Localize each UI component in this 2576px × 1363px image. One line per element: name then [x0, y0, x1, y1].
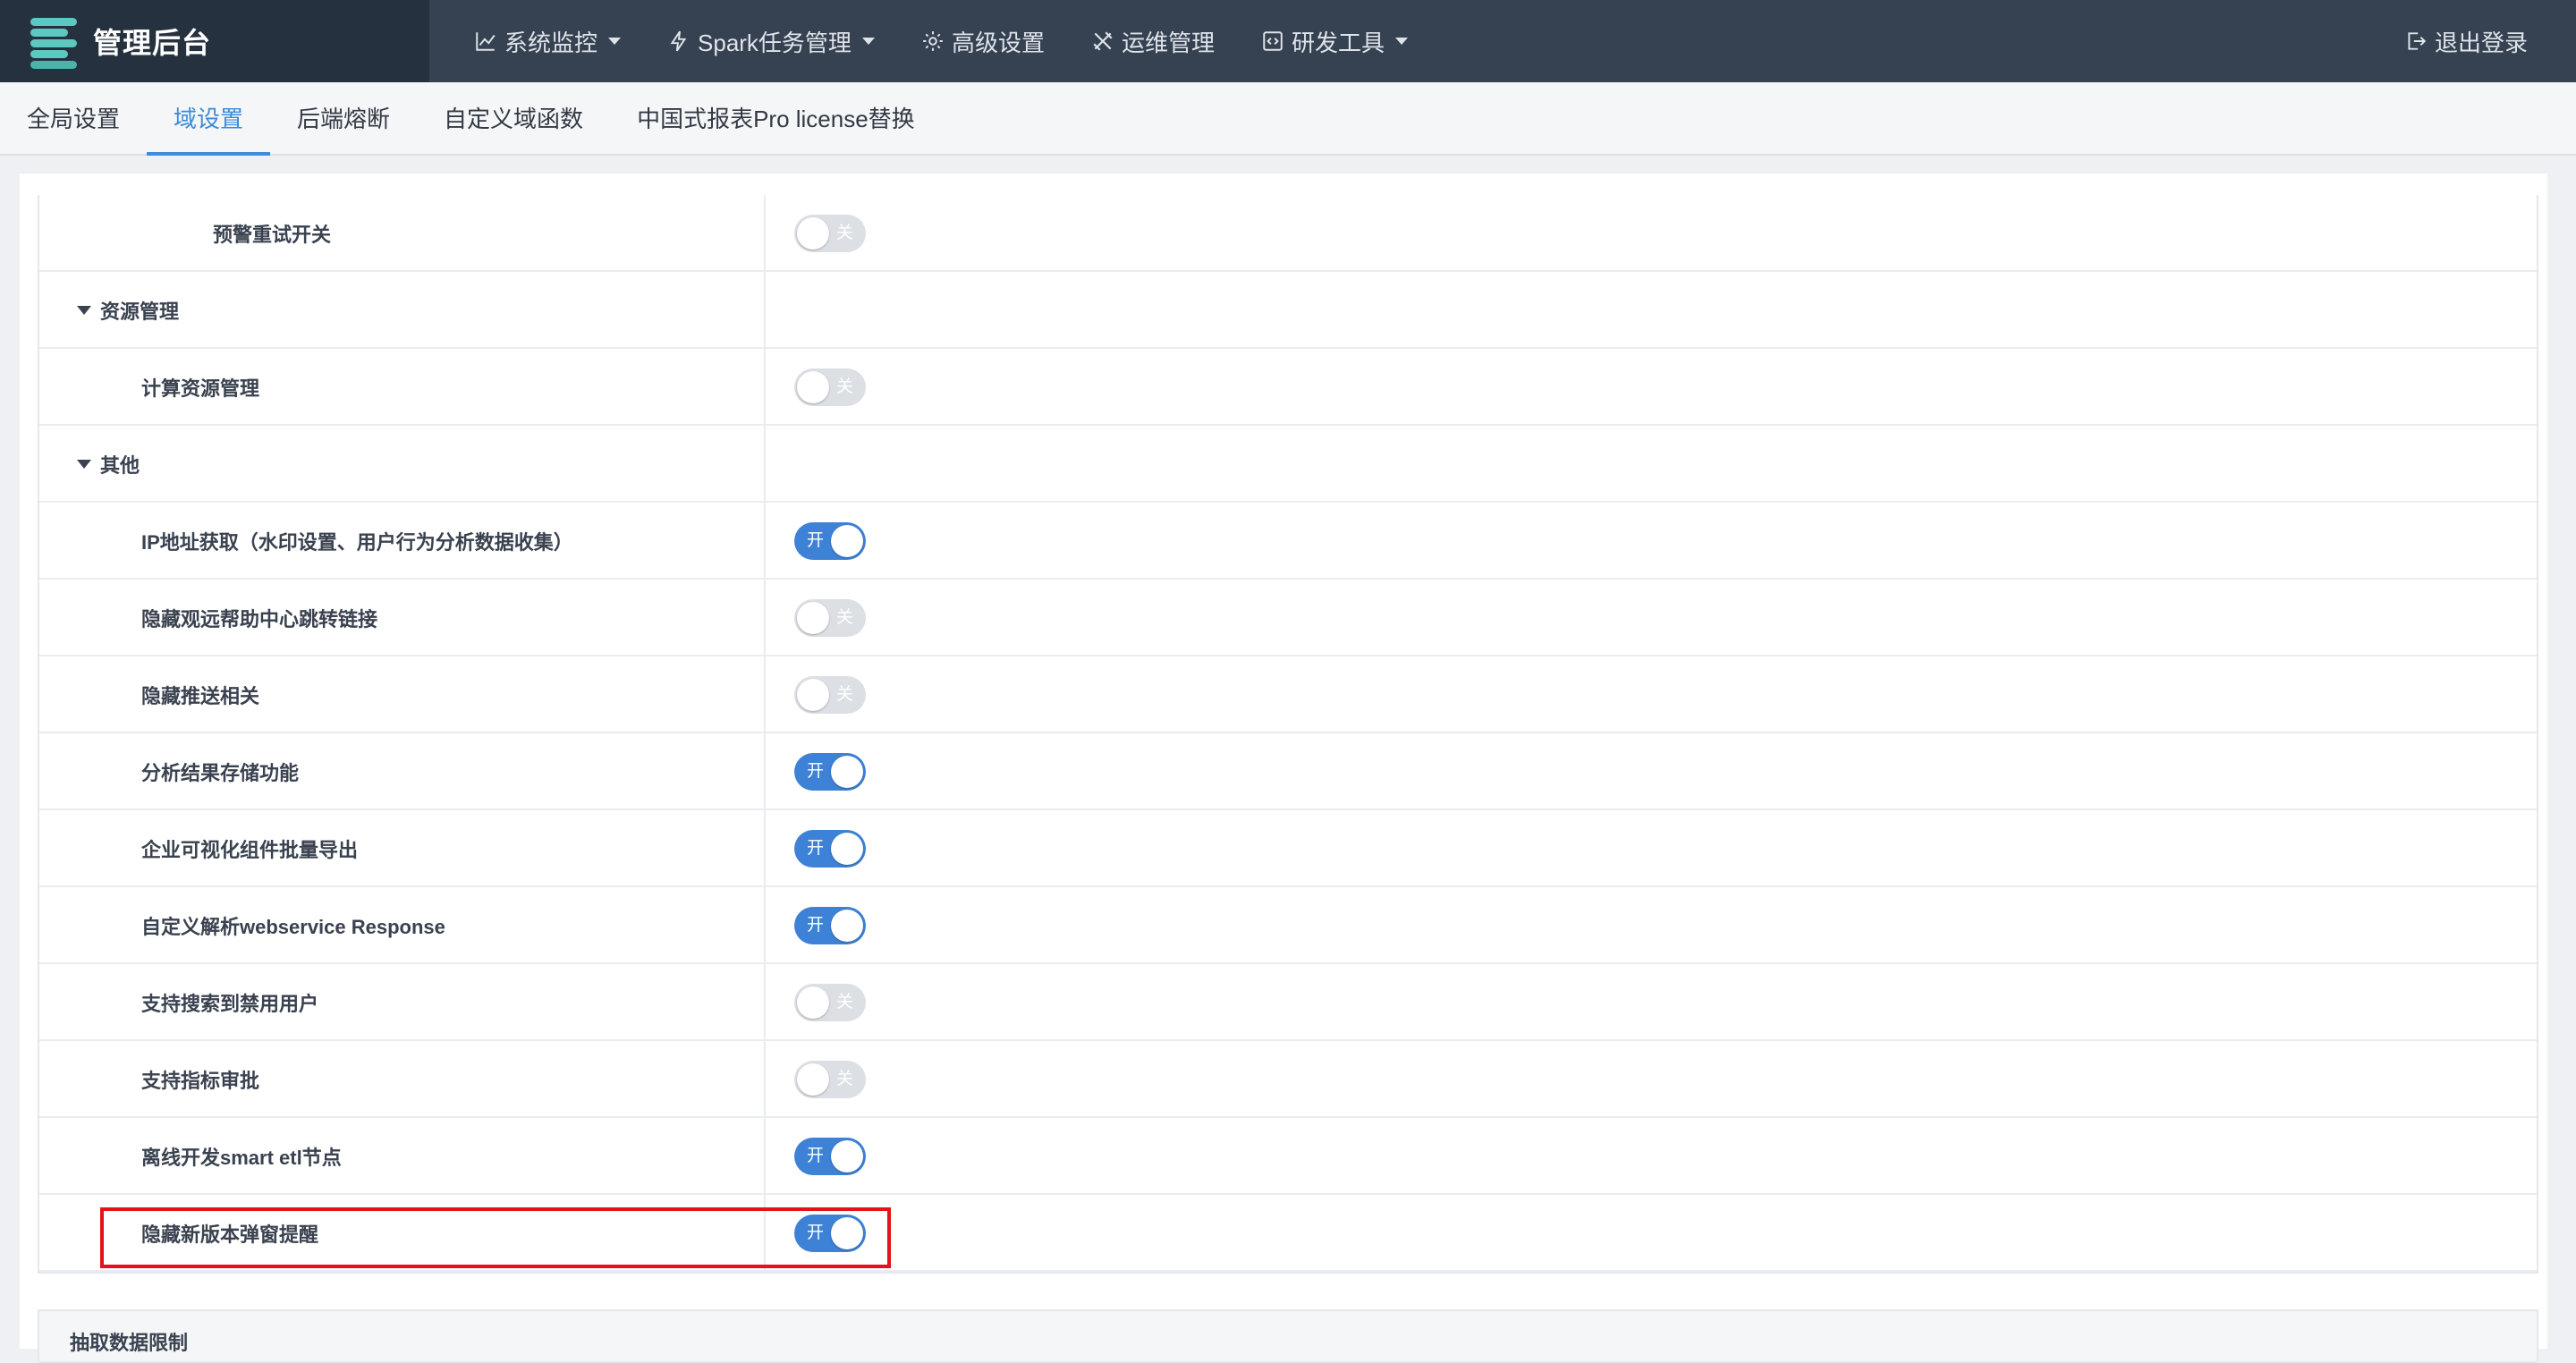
setting-label: 离线开发smart etl节点	[141, 1147, 342, 1169]
gear-icon	[923, 31, 943, 51]
caret-down-icon	[77, 460, 91, 469]
setting-label: 企业可视化组件批量导出	[141, 839, 359, 861]
setting-row-alert-retry: 预警重试开关 关	[39, 195, 2537, 272]
settings-tabs: 全局设置 域设置 后端熔断 自定义域函数 中国式报表Pro license替换	[0, 82, 2576, 156]
setting-label: 隐藏新版本弹窗提醒	[141, 1223, 319, 1246]
caret-down-icon	[608, 38, 622, 45]
setting-row-hide-new-version-popup: 隐藏新版本弹窗提醒 开	[39, 1195, 2537, 1272]
tab-custom-domain-functions[interactable]: 自定义域函数	[417, 80, 610, 154]
toggle-switch[interactable]: 关	[794, 215, 866, 252]
nav-advanced-settings[interactable]: 高级设置	[921, 0, 1045, 82]
tab-china-report-license[interactable]: 中国式报表Pro license替换	[610, 80, 942, 154]
nav-label: Spark任务管理	[698, 29, 852, 56]
switch-text: 开	[807, 839, 825, 858]
nav-spark-tasks[interactable]: Spark任务管理	[667, 0, 875, 82]
setting-label: 隐藏推送相关	[141, 685, 260, 707]
toggle-switch[interactable]: 关	[794, 1061, 866, 1098]
setting-row-smart-etl: 离线开发smart etl节点 开	[39, 1118, 2537, 1195]
switch-text: 关	[835, 224, 853, 242]
extract-limit-section: 抽取数据限制	[38, 1309, 2538, 1363]
caret-down-icon	[77, 306, 91, 315]
setting-row-hide-help-link: 隐藏观远帮助中心跳转链接 关	[39, 580, 2537, 656]
toggle-switch[interactable]: 关	[794, 984, 866, 1021]
top-navbar: 管理后台 系统监控 Spark任务管理 高级设置 运维管理 研发工具 退出登录	[0, 0, 2576, 82]
setting-row-hide-push: 隐藏推送相关 关	[39, 656, 2537, 733]
nav-system-monitor[interactable]: 系统监控	[474, 0, 622, 82]
group-row-other[interactable]: 其他	[39, 426, 2537, 503]
toggle-switch[interactable]: 开	[794, 522, 866, 560]
switch-text: 关	[835, 377, 853, 396]
switch-text: 关	[835, 685, 853, 704]
nav-label: 高级设置	[951, 29, 1045, 56]
toggle-switch[interactable]: 开	[794, 1138, 866, 1175]
brand-title: 管理后台	[93, 27, 212, 59]
switch-text: 开	[807, 1147, 825, 1165]
main-nav: 系统监控 Spark任务管理 高级设置 运维管理 研发工具	[474, 0, 1454, 82]
brand[interactable]: 管理后台	[0, 0, 429, 82]
nav-label: 运维管理	[1121, 29, 1215, 56]
toggle-switch[interactable]: 关	[794, 368, 866, 406]
switch-text: 关	[835, 993, 853, 1012]
toggle-switch[interactable]: 开	[794, 907, 866, 944]
switch-text: 关	[835, 608, 853, 627]
switch-text: 开	[807, 762, 825, 781]
setting-row-metric-approval: 支持指标审批 关	[39, 1041, 2537, 1118]
section-title: 抽取数据限制	[70, 1332, 189, 1354]
toggle-switch[interactable]: 开	[794, 753, 866, 791]
nav-dev-tools[interactable]: 研发工具	[1261, 0, 1408, 82]
nav-label: 系统监控	[504, 29, 598, 56]
logout-button[interactable]: 退出登录	[2404, 0, 2528, 82]
logout-label: 退出登录	[2434, 29, 2528, 56]
settings-panel: 预警重试开关 关 资源管理 计算资源管理 关 其他 IP地址获取（水印设置、用户…	[20, 174, 2547, 1349]
setting-row-compute-resource: 计算资源管理 关	[39, 349, 2537, 426]
app-logo-icon	[30, 16, 79, 69]
setting-label: 计算资源管理	[141, 377, 260, 400]
setting-label: IP地址获取（水印设置、用户行为分析数据收集）	[141, 531, 573, 554]
setting-label: 预警重试开关	[213, 224, 332, 246]
settings-table: 预警重试开关 关 资源管理 计算资源管理 关 其他 IP地址获取（水印设置、用户…	[38, 195, 2538, 1274]
setting-label: 分析结果存储功能	[141, 762, 300, 784]
switch-text: 开	[807, 916, 825, 935]
code-icon	[1263, 31, 1283, 51]
group-label: 其他	[77, 426, 140, 503]
caret-down-icon	[861, 38, 875, 45]
caret-down-icon	[1394, 38, 1408, 45]
switch-text: 关	[835, 1070, 853, 1088]
toggle-switch[interactable]: 关	[794, 599, 866, 637]
setting-row-webservice-response: 自定义解析webservice Response 开	[39, 887, 2537, 964]
setting-row-result-storage: 分析结果存储功能 开	[39, 733, 2537, 810]
setting-label: 隐藏观远帮助中心跳转链接	[141, 608, 378, 631]
nav-ops-management[interactable]: 运维管理	[1091, 0, 1215, 82]
toggle-switch[interactable]: 开	[794, 830, 866, 868]
setting-label: 自定义解析webservice Response	[141, 916, 445, 938]
group-label: 资源管理	[77, 272, 179, 349]
toggle-switch[interactable]: 开	[794, 1215, 866, 1252]
setting-row-batch-export: 企业可视化组件批量导出 开	[39, 810, 2537, 887]
tab-domain-settings[interactable]: 域设置	[147, 80, 271, 156]
tab-backend-circuit-breaker[interactable]: 后端熔断	[270, 80, 417, 154]
nav-label: 研发工具	[1291, 29, 1385, 56]
tab-global-settings[interactable]: 全局设置	[0, 80, 147, 154]
toggle-switch[interactable]: 关	[794, 676, 866, 714]
lightning-icon	[670, 30, 687, 52]
setting-label: 支持搜索到禁用用户	[141, 993, 319, 1015]
group-row-resource-management[interactable]: 资源管理	[39, 272, 2537, 349]
tools-icon	[1093, 31, 1113, 51]
setting-row-ip-address: IP地址获取（水印设置、用户行为分析数据收集） 开	[39, 503, 2537, 580]
chart-line-icon	[476, 32, 496, 51]
switch-text: 开	[807, 531, 825, 550]
switch-text: 开	[807, 1223, 825, 1242]
setting-label: 支持指标审批	[141, 1070, 260, 1092]
logout-icon	[2408, 32, 2427, 50]
setting-row-search-disabled-users: 支持搜索到禁用用户 关	[39, 964, 2537, 1041]
